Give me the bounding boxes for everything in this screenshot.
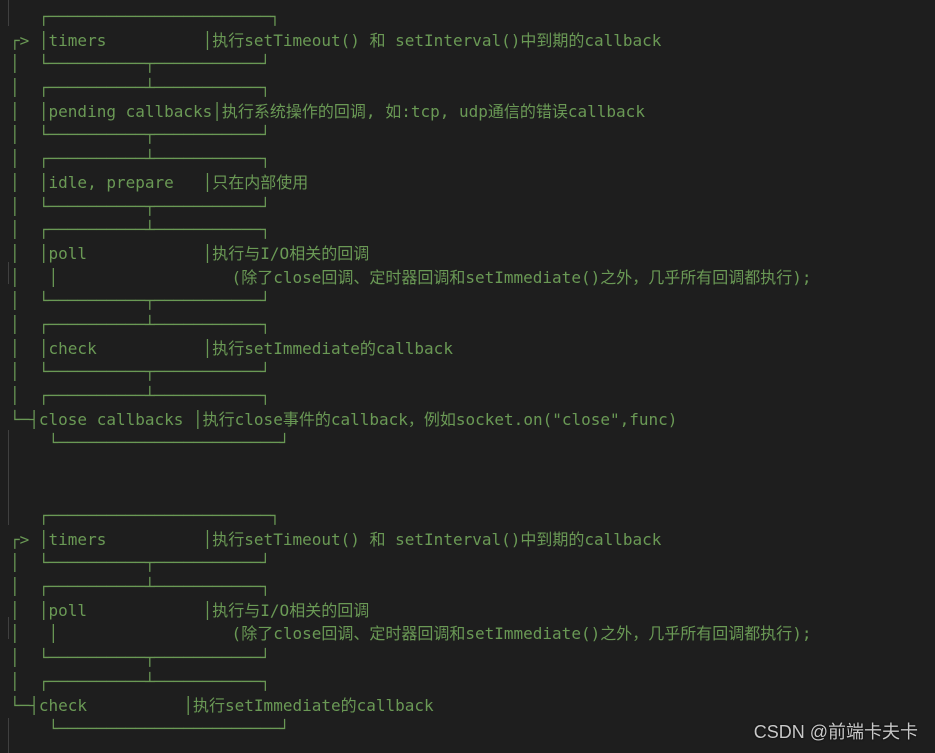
diagram-line-poll-note: │ │ (除了close回调、定时器回调和setImmediate()之外，几乎… [10, 624, 812, 644]
diagram-line: ┌───────────────────────┐ [10, 7, 280, 26]
indent-guide [8, 430, 9, 525]
indent-guide [8, 617, 9, 639]
indent-guide [8, 262, 9, 284]
diagram-line-poll-note: │ │ (除了close回调、定时器回调和setImmediate()之外，几乎… [10, 267, 812, 287]
diagram-line: │ └──────────┬───────────┘ [10, 648, 271, 668]
diagram-line-poll: │ │poll │执行与I/O相关的回调 [10, 600, 370, 620]
diagram-line: │ ┌──────────┴───────────┐ [10, 577, 271, 597]
diagram-line: │ └──────────┬───────────┘ [10, 291, 271, 311]
diagram-line: └───────────────────────┘ [10, 719, 290, 739]
diagram-line: └───────────────────────┘ [10, 433, 290, 453]
diagram-line: │ ┌──────────┴───────────┐ [10, 149, 271, 169]
diagram-line-timers: ┌> │timers │执行setTimeout() 和 setInterval… [10, 529, 662, 549]
diagram-line: │ ┌──────────┴───────────┐ [10, 220, 271, 240]
diagram-line: │ └──────────┬───────────┘ [10, 553, 271, 573]
diagram-line: │ └──────────┬───────────┘ [10, 196, 271, 216]
diagram-line: │ └──────────┬───────────┘ [10, 54, 271, 74]
diagram-line: │ └──────────┬───────────┘ [10, 125, 271, 145]
diagram-line-check: └─┤check │执行setImmediate的callback [10, 695, 434, 715]
diagram-line-check: │ │check │执行setImmediate的callback [10, 338, 453, 358]
diagram-line-poll: │ │poll │执行与I/O相关的回调 [10, 243, 370, 263]
event-loop-diagram-simplified: ┌───────────────────────┐ ┌> │timers │执行s… [10, 504, 811, 741]
diagram-line-idle-prepare: │ │idle, prepare │只在内部使用 [10, 172, 309, 192]
indent-guide [8, 718, 9, 753]
diagram-line: │ └──────────┬───────────┘ [10, 362, 271, 382]
diagram-line: │ ┌──────────┴───────────┐ [10, 386, 271, 405]
diagram-line: │ ┌──────────┴───────────┐ [10, 314, 271, 334]
diagram-line: ┌───────────────────────┐ [10, 506, 280, 525]
indent-guide [8, 0, 9, 26]
diagram-line-pending-callbacks: │ │pending callbacks│执行系统操作的回调, 如:tcp, u… [10, 101, 645, 121]
diagram-line-timers: ┌> │timers │执行setTimeout() 和 setInterval… [10, 30, 662, 50]
event-loop-diagram-full: ┌───────────────────────┐ ┌> │timers │执行s… [10, 5, 811, 455]
diagram-line: │ ┌──────────┴───────────┐ [10, 78, 271, 98]
diagram-line: │ ┌──────────┴───────────┐ [10, 671, 271, 691]
csdn-watermark: CSDN @前端卡夫卡 [753, 722, 918, 742]
diagram-line-close-callbacks: └─┤close callbacks │执行close事件的callback，例… [10, 409, 678, 429]
